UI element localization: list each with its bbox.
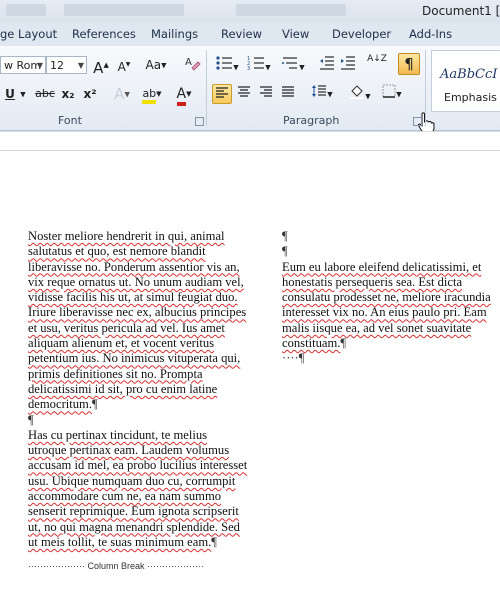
font-group-label: Font (58, 114, 82, 127)
paragraph-dialog-launcher-icon[interactable] (413, 117, 422, 126)
align-left-button[interactable] (212, 84, 232, 104)
line-spacing-icon (312, 85, 327, 97)
bullets-button[interactable]: ▼ (213, 55, 241, 75)
chevron-down-icon: ▼ (20, 90, 26, 99)
font-name-value: w Rom (4, 59, 42, 72)
pilcrow-mark: ¶ (92, 397, 98, 412)
align-right-icon (260, 86, 272, 97)
pilcrow-mark: ¶ (340, 336, 347, 351)
text-effects-button[interactable]: A▼ (108, 84, 136, 104)
quick-access-toolbar[interactable] (6, 4, 46, 16)
pilcrow-icon: ¶ (404, 55, 414, 73)
trailing-paragraph-mark: ····¶ (282, 351, 305, 366)
paragraph-text: Eum eu labore eleifend delicatissimi, et… (282, 259, 491, 351)
superscript-button[interactable]: x² (80, 84, 100, 104)
tab-references[interactable]: References (72, 27, 136, 41)
window-title-blurred-2 (236, 4, 346, 16)
underline-button[interactable]: U (0, 84, 20, 104)
paint-bucket-icon (350, 85, 365, 99)
font-color-icon: A (176, 86, 187, 106)
strikethrough-button[interactable]: abc (31, 84, 59, 104)
paragraph-text: Has cu pertinax tincidunt, te melius utr… (28, 427, 248, 549)
align-center-icon (238, 86, 250, 97)
borders-button[interactable]: ▼ (378, 84, 406, 104)
style-sample: AaBbCcI (440, 67, 498, 82)
subscript-button[interactable]: x₂ (58, 84, 78, 104)
ribbon-tabs: ge Layout References Mailings Review Vie… (0, 22, 500, 46)
shading-button[interactable]: ▼ (346, 84, 374, 104)
clear-formatting-button[interactable]: A (183, 54, 203, 74)
sort-button[interactable]: A↓Z (367, 55, 387, 75)
clear-formatting-icon: A (185, 57, 201, 71)
tab-page-layout[interactable]: ge Layout (0, 27, 57, 41)
style-name: Emphasis (444, 91, 497, 104)
right-column[interactable]: ¶ ¶ Eum eu labore eleifend delicatissimi… (282, 229, 497, 367)
paragraph: Has cu pertinax tincidunt, te melius utr… (28, 428, 248, 550)
font-size-value: 12 (50, 59, 64, 72)
group-divider (206, 50, 207, 126)
underline-dropdown[interactable]: ▼ (18, 84, 28, 104)
tab-review[interactable]: Review (221, 27, 262, 41)
empty-paragraph-mark: ¶ (282, 229, 288, 243)
align-left-icon (216, 87, 228, 98)
window-title: Document1 [C (422, 4, 500, 18)
change-case-button[interactable]: Aa▼ (142, 55, 170, 75)
pilcrow-mark: ¶ (211, 534, 218, 549)
borders-icon (382, 84, 396, 98)
title-bar: Document1 [C (0, 0, 500, 22)
paragraph: Eum eu labore eleifend delicatissimi, et… (282, 260, 497, 352)
increase-indent-button[interactable] (338, 55, 358, 75)
highlight-icon: ab (142, 87, 157, 104)
grow-font-button[interactable]: A▲ (91, 55, 111, 77)
ribbon: w Rom ▼ 12 ▼ A▲ A▼ Aa▼ A U ▼ abc x₂ x² A… (0, 46, 500, 134)
align-right-button[interactable] (256, 84, 276, 104)
font-name-combo[interactable]: w Rom ▼ (0, 56, 46, 74)
show-hide-marks-button[interactable]: ¶ (398, 53, 420, 75)
chevron-down-icon: ▼ (36, 61, 43, 70)
tab-view[interactable]: View (282, 27, 309, 41)
svg-text:3: 3 (247, 66, 250, 71)
chevron-down-icon: ▼ (77, 61, 84, 70)
shrink-font-button[interactable]: A▼ (114, 55, 134, 75)
increase-indent-icon (341, 56, 355, 70)
empty-paragraph-mark: ¶ (282, 244, 288, 259)
sort-icon: A↓Z (367, 54, 387, 64)
paragraph-text: Noster meliore hendrerit in qui, animal … (28, 229, 247, 412)
align-center-button[interactable] (234, 84, 254, 104)
paragraph-group-label: Paragraph (283, 114, 340, 127)
numbering-button[interactable]: 1 2 3 ▼ (245, 55, 273, 75)
paragraph: Noster meliore hendrerit in qui, animal … (28, 229, 248, 413)
style-emphasis[interactable]: AaBbCcI Emphasis (431, 50, 500, 112)
empty-paragraph-mark: ¶ (28, 412, 34, 427)
column-break-marker: ··················· Column Break ·······… (28, 561, 204, 571)
page-gap (0, 131, 500, 152)
multilevel-list-button[interactable]: ▼ (279, 55, 307, 75)
tab-developer[interactable]: Developer (332, 27, 391, 41)
font-dialog-launcher-icon[interactable] (195, 117, 204, 126)
justify-icon (282, 86, 294, 97)
decrease-indent-icon (320, 56, 334, 70)
font-size-combo[interactable]: 12 ▼ (46, 56, 87, 74)
justify-button[interactable] (278, 84, 298, 104)
tab-add-ins[interactable]: Add-Ins (409, 27, 452, 41)
font-color-button[interactable]: A▼ (170, 84, 198, 106)
window-title-blurred (64, 4, 184, 16)
group-divider (425, 50, 426, 126)
tab-mailings[interactable]: Mailings (151, 27, 198, 41)
line-spacing-button[interactable]: ▼ (308, 84, 336, 104)
text-highlight-button[interactable]: ab▼ (138, 84, 166, 104)
numbering-icon: 123 (247, 56, 265, 72)
bullets-icon (216, 56, 233, 70)
svg-text:A: A (185, 57, 192, 68)
decrease-indent-button[interactable] (317, 55, 337, 75)
left-column[interactable]: Noster meliore hendrerit in qui, animal … (28, 229, 248, 550)
multilevel-list-icon (282, 57, 298, 69)
